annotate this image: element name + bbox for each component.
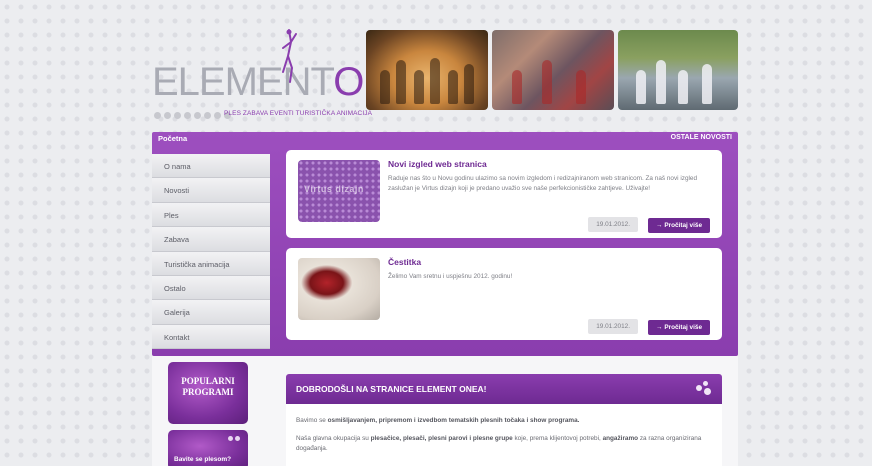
sidebar-item-galerija[interactable]: Galerija [152,300,270,325]
news-title[interactable]: Novi izgled web stranica [388,159,487,169]
logo-dots [154,112,231,119]
header-photo-cheerleaders [618,30,738,110]
header-photo-dancers [366,30,488,110]
sidebar-item-turisticka-animacija[interactable]: Turistička animacija [152,251,270,276]
promo-label: Bavite se plesom? [174,456,232,463]
sidebar-item-kontakt[interactable]: Kontakt [152,324,270,350]
news-card: Virtus dizajn Novi izgled web stranica R… [286,150,722,238]
popular-programs-banner[interactable]: POPULARNI PROGRAMI [168,362,248,424]
sidebar-menu: O nama Novosti Ples Zabava Turistička an… [152,154,270,350]
site-logo[interactable]: ELEMENTONE PLES ZABAVA EVENTI TURISTIČKA… [152,29,418,124]
band-topbar: Početna OSTALE NOVOSTI [152,132,738,148]
sidebar-item-ples[interactable]: Ples [152,202,270,228]
welcome-title: DOBRODOŠLI NA STRANICE ELEMENT ONEA! [296,384,487,394]
news-date: 19.01.2012. [588,217,638,232]
dots-icon [696,381,712,395]
thumbnail-text: Virtus dizajn [304,184,364,194]
sidebar-item-ostalo[interactable]: Ostalo [152,275,270,301]
tab-home[interactable]: Početna [158,134,187,143]
welcome-header: DOBRODOŠLI NA STRANICE ELEMENT ONEA! [286,374,722,404]
news-thumbnail[interactable] [298,258,380,320]
welcome-body: Bavimo se osmišljavanjem, pripremom i iz… [286,404,722,466]
header-photo-party [492,30,614,110]
page-container: ELEMENTONE PLES ZABAVA EVENTI TURISTIČKA… [152,26,738,466]
dance-promo-banner[interactable]: Bavite se plesom? [168,430,248,466]
sidebar-item-zabava[interactable]: Zabava [152,227,270,252]
dancer-figure-icon [282,29,297,83]
read-more-button[interactable]: → Pročitaj više [648,320,710,335]
news-title[interactable]: Čestitka [388,257,421,267]
news-card: Čestitka Želimo Vam sretnu i uspješnu 20… [286,248,722,340]
read-more-button[interactable]: → Pročitaj više [648,218,710,233]
other-news-link[interactable]: OSTALE NOVOSTI [671,134,732,141]
sidebar-item-novosti[interactable]: Novosti [152,178,270,203]
news-excerpt: Raduje nas što u Novu godinu ulazimo sa … [388,175,698,192]
dots-icon [228,436,240,441]
logo-tagline: PLES ZABAVA EVENTI TURISTIČKA ANIMACIJA [224,110,373,117]
welcome-paragraph: Bavimo se osmišljavanjem, pripremom i iz… [296,417,580,424]
welcome-paragraph: Naša glavna okupacija su plesačice, ples… [296,435,702,452]
promo-label: POPULARNI PROGRAMI [181,376,235,397]
news-thumbnail[interactable]: Virtus dizajn [298,160,380,222]
sidebar-item-o-nama[interactable]: O nama [152,154,270,179]
news-date: 19.01.2012. [588,319,638,334]
news-excerpt: Želimo Vam sretnu i uspješnu 2012. godin… [388,273,513,280]
